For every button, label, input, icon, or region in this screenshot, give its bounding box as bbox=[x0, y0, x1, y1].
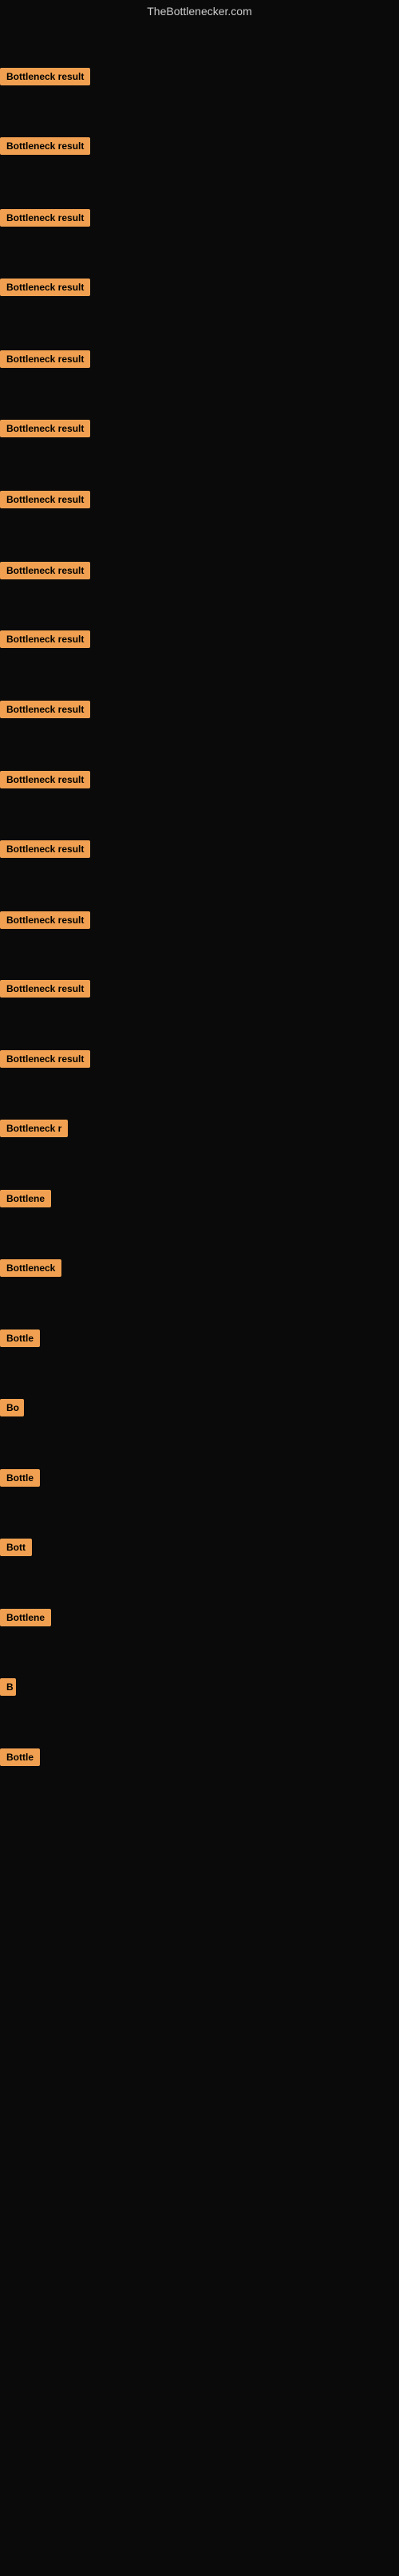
bottleneck-badge[interactable]: Bottleneck result bbox=[0, 980, 90, 998]
bottleneck-badge-wrapper: Bottleneck result bbox=[0, 350, 90, 372]
bottleneck-badge[interactable]: Bottle bbox=[0, 1748, 40, 1766]
bottleneck-badge-wrapper: Bottleneck result bbox=[0, 562, 90, 583]
bottleneck-badge[interactable]: Bottleneck result bbox=[0, 420, 90, 437]
bottleneck-badge-wrapper: Bottle bbox=[0, 1329, 40, 1351]
bottleneck-badge[interactable]: Bottleneck result bbox=[0, 209, 90, 227]
bottleneck-badge[interactable]: Bottlene bbox=[0, 1609, 51, 1626]
bottleneck-badge[interactable]: Bottle bbox=[0, 1329, 40, 1347]
bottleneck-badge-wrapper: Bottleneck r bbox=[0, 1120, 68, 1141]
bottleneck-badge[interactable]: Bottleneck result bbox=[0, 350, 90, 368]
bottleneck-badge[interactable]: Bottleneck r bbox=[0, 1120, 68, 1137]
bottleneck-badge-wrapper: Bottleneck result bbox=[0, 137, 90, 159]
bottleneck-badge-wrapper: Bottle bbox=[0, 1469, 40, 1491]
bottleneck-badge-wrapper: Bottleneck result bbox=[0, 68, 90, 89]
bottleneck-badge-wrapper: Bottleneck result bbox=[0, 630, 90, 652]
bottleneck-badge-wrapper: Bottleneck result bbox=[0, 1050, 90, 1072]
bottleneck-badge-wrapper: Bottleneck result bbox=[0, 980, 90, 1002]
bottleneck-badge-wrapper: Bottlene bbox=[0, 1609, 51, 1630]
bottleneck-badge[interactable]: Bottleneck result bbox=[0, 137, 90, 155]
bottleneck-badge[interactable]: Bott bbox=[0, 1539, 32, 1556]
site-title: TheBottlenecker.com bbox=[0, 0, 399, 22]
bottleneck-badge[interactable]: Bottleneck result bbox=[0, 630, 90, 648]
bottleneck-badge[interactable]: Bottlene bbox=[0, 1190, 51, 1207]
bottleneck-badge[interactable]: Bottleneck result bbox=[0, 491, 90, 508]
bottleneck-badge-wrapper: Bottle bbox=[0, 1748, 40, 1770]
bottleneck-badge-wrapper: Bo bbox=[0, 1399, 24, 1420]
bottleneck-badge[interactable]: Bottleneck result bbox=[0, 68, 90, 85]
bottleneck-badge[interactable]: Bottle bbox=[0, 1469, 40, 1487]
bottleneck-badge[interactable]: Bottleneck result bbox=[0, 771, 90, 788]
bottleneck-badge[interactable]: Bottleneck result bbox=[0, 911, 90, 929]
bottleneck-badge-wrapper: Bottleneck result bbox=[0, 911, 90, 933]
bottleneck-badge-wrapper: Bottleneck result bbox=[0, 840, 90, 862]
bottleneck-badge-wrapper: Bottleneck result bbox=[0, 420, 90, 441]
bottleneck-badge-wrapper: Bottleneck bbox=[0, 1259, 61, 1281]
bottleneck-badge-wrapper: Bottleneck result bbox=[0, 209, 90, 231]
bottleneck-badge[interactable]: Bottleneck result bbox=[0, 562, 90, 579]
bottleneck-badge-wrapper: Bottleneck result bbox=[0, 771, 90, 792]
bottleneck-badge[interactable]: Bottleneck result bbox=[0, 1050, 90, 1068]
bottleneck-badge[interactable]: Bottleneck bbox=[0, 1259, 61, 1277]
bottleneck-badge[interactable]: Bottleneck result bbox=[0, 840, 90, 858]
bottleneck-badge-wrapper: Bottlene bbox=[0, 1190, 51, 1211]
bottleneck-badge[interactable]: Bo bbox=[0, 1399, 24, 1416]
bottleneck-badge-wrapper: Bott bbox=[0, 1539, 32, 1560]
bottleneck-badge-wrapper: Bottleneck result bbox=[0, 701, 90, 722]
bottleneck-badge[interactable]: Bottleneck result bbox=[0, 279, 90, 296]
bottleneck-badge-wrapper: Bottleneck result bbox=[0, 491, 90, 512]
bottleneck-badge[interactable]: Bottleneck result bbox=[0, 701, 90, 718]
bottleneck-badge[interactable]: B bbox=[0, 1678, 16, 1696]
bottleneck-badge-wrapper: B bbox=[0, 1678, 16, 1700]
bottleneck-badge-wrapper: Bottleneck result bbox=[0, 279, 90, 300]
